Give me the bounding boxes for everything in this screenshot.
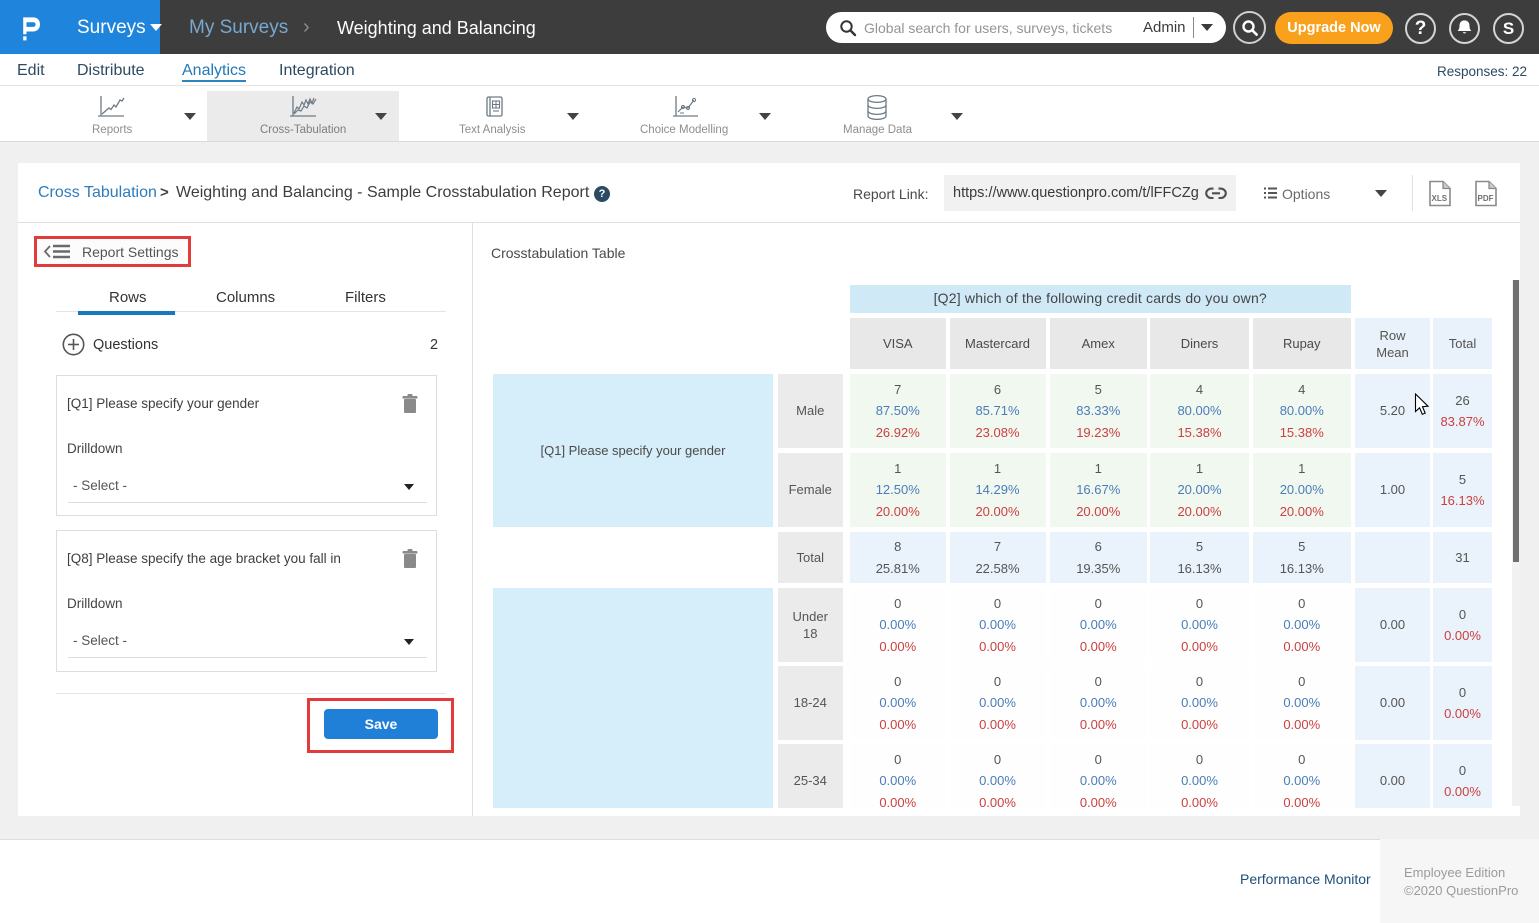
svg-text:PDF: PDF: [1478, 194, 1494, 203]
svg-text:XLS: XLS: [1432, 194, 1448, 203]
